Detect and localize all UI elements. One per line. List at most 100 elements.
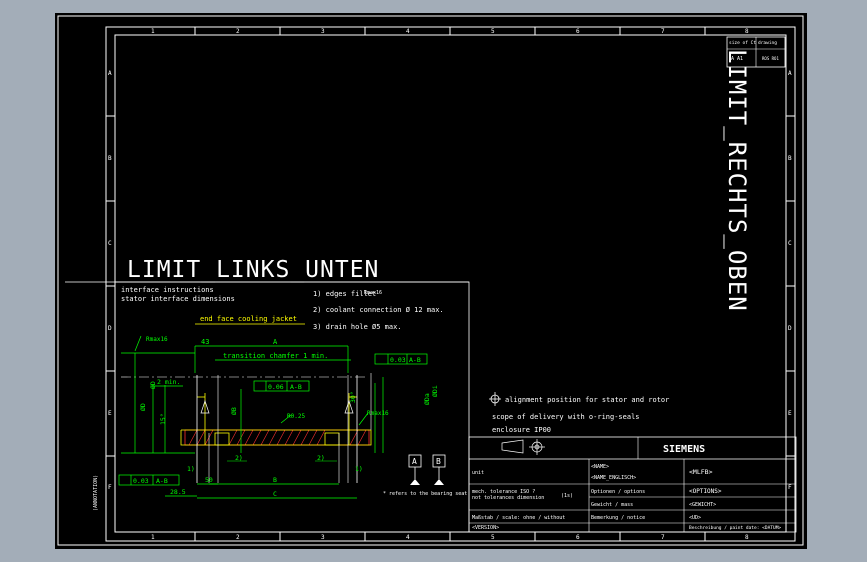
row-label-A-right: A — [788, 70, 792, 77]
ref-ab-bottom: A-B — [156, 477, 168, 485]
col-label-5: 5 — [491, 28, 495, 35]
row-label-F-right: F — [788, 484, 792, 491]
tb-remark-val: <UD> — [689, 515, 701, 521]
col-label-6: 6 — [576, 28, 580, 35]
rmax16-label: Rmax16 — [146, 336, 168, 343]
dim-C: C — [273, 490, 277, 498]
tb-options-val: <OPTIONS> — [689, 488, 722, 495]
dim-15deg: 15° — [159, 413, 167, 425]
tolerance-frame-bottom: 0.03 A-B — [118, 474, 180, 486]
tol-003-top: 0.03 — [390, 356, 406, 364]
limit-links-unten-title: LIMIT_LINKS_UNTEN — [127, 257, 379, 283]
tol-006: 0.06 — [268, 383, 284, 391]
dim-phi-di: ØDi — [431, 385, 439, 397]
cad-drawing: 1 2 3 4 5 6 7 8 1 2 3 4 5 6 7 8 A B C D … — [57, 15, 804, 546]
tolerance-frame-top: 0.03 A-B — [374, 353, 428, 365]
row-label-D-right: D — [788, 325, 792, 332]
col-label-5-bottom: 5 — [491, 534, 495, 541]
tb-scale: Maßstab / scale: ohne / without — [472, 515, 565, 521]
col-label-6-bottom: 6 — [576, 534, 580, 541]
corner-mid-right: ROS RO1 — [762, 56, 779, 61]
note-2: 2) coolant connection Ø 12 max. — [313, 306, 444, 314]
rmax16-right: Rmax16 — [367, 410, 389, 417]
row-label-F: F — [108, 484, 112, 491]
corner-top-left: size of Ct — [729, 40, 756, 46]
interface-notes: 1) edges fillet Rmax16 2) coolant connec… — [313, 290, 444, 331]
tb-version: <VERSION> — [472, 525, 499, 531]
tb-description: Beschreibung / paint date: <DATUM> — [689, 525, 781, 531]
column-ticks — [194, 27, 706, 541]
col-label-3-bottom: 3 — [321, 534, 325, 541]
tol-003-bottom: 0.03 — [133, 477, 149, 485]
column-labels: 1 2 3 4 5 6 7 8 1 2 3 4 5 6 7 8 — [151, 28, 749, 541]
dim-B: B — [273, 476, 277, 484]
inner-frame — [114, 34, 787, 533]
marker-2-right: 2) — [317, 454, 325, 462]
tolerance-frame-mid: 0.06 A-B — [253, 380, 310, 392]
datum-b-label: B — [436, 457, 441, 466]
col-label-8-bottom: 8 — [745, 534, 749, 541]
alignment-note: alignment position for stator and rotor — [505, 396, 669, 404]
enclosure-note: enclosure IP00 — [492, 426, 551, 434]
tb-unit: unit — [472, 470, 484, 476]
row-label-C-right: C — [788, 240, 792, 247]
tb-mlfb: <MLFB> — [689, 468, 713, 476]
interface-headings: interface instructions stator interface … — [121, 286, 235, 303]
tb-weight-val: <GEWICHT> — [689, 502, 716, 508]
row-label-B: B — [108, 155, 112, 162]
row-label-B-right: B — [788, 155, 792, 162]
dim-phi-d: ØD — [139, 403, 147, 411]
corner-top-right: drawing — [758, 40, 777, 46]
tb-name2: <NAME_ENGLISCH> — [591, 475, 636, 481]
col-label-7-bottom: 7 — [661, 534, 665, 541]
tb-projection-sym: (1s) — [561, 493, 573, 499]
scope-note: scope of delivery with o-ring-seals — [492, 413, 640, 421]
datum-a: A — [408, 454, 422, 485]
dim-2min: 2 min. — [157, 378, 180, 386]
drawing-viewport[interactable]: 1 2 3 4 5 6 7 8 1 2 3 4 5 6 7 8 A B C D … — [55, 13, 807, 549]
dim-50: 50 — [205, 476, 213, 484]
col-label-8: 8 — [745, 28, 749, 35]
col-label-2-bottom: 2 — [236, 534, 240, 541]
outer-frame — [105, 26, 796, 542]
row-label-C: C — [108, 240, 112, 247]
tb-name1: <NAME> — [591, 464, 609, 470]
row-label-E: E — [108, 410, 112, 417]
interface-heading-2: stator interface dimensions — [121, 295, 235, 303]
refer-note: * refers to the bearing seat — [383, 491, 467, 497]
col-label-7: 7 — [661, 28, 665, 35]
tb-not-tol: not tolerances dimension — [472, 495, 544, 501]
dim-phi-da: ØDa — [423, 393, 431, 405]
marker-1-left: 1) — [187, 465, 195, 473]
col-label-3: 3 — [321, 28, 325, 35]
ref-ab-top: A-B — [409, 356, 421, 364]
limit-rechts-oben-title: LIMIT_RECHTS_OBEN — [723, 49, 751, 312]
marker-1-right: 1) — [355, 465, 363, 473]
bottom-dimensions: 50 28.5 B C — [165, 476, 357, 499]
row-label-D: D — [108, 325, 112, 332]
dim-285: 28.5 — [170, 488, 186, 496]
marker-2-left: 2) — [235, 454, 243, 462]
tb-remark-label: Bemerkung / notice — [591, 515, 645, 521]
dim-43: 43 — [201, 338, 209, 346]
dim-phi-b: ØB — [230, 407, 238, 415]
row-label-A: A — [108, 70, 112, 77]
tb-weight-label: Gewicht / mass — [591, 502, 633, 508]
col-label-4-bottom: 4 — [406, 534, 410, 541]
dim-A: A — [273, 338, 278, 346]
note-1-sub: Rmax16 — [364, 290, 382, 296]
note-3: 3) drain hole Ø5 max. — [313, 323, 402, 331]
col-label-4: 4 — [406, 28, 410, 35]
col-label-1: 1 — [151, 28, 155, 35]
row-label-E-right: E — [788, 410, 792, 417]
col-label-1-bottom: 1 — [151, 534, 155, 541]
transition-label: transition chamfer 1 min. — [223, 352, 328, 360]
col-label-2: 2 — [236, 28, 240, 35]
end-face-label: end face cooling jacket — [200, 315, 297, 323]
fillet-025: R0.25 — [287, 413, 305, 420]
alignment-symbol — [489, 392, 501, 406]
interface-heading-1: interface instructions — [121, 286, 214, 294]
title-block-text: unit <NAME> <NAME_ENGLISCH> <MLFB> mech.… — [472, 464, 781, 531]
side-annotation: (ANNOTATION) — [93, 475, 99, 511]
tb-options-label: Optionen / options — [591, 489, 645, 495]
